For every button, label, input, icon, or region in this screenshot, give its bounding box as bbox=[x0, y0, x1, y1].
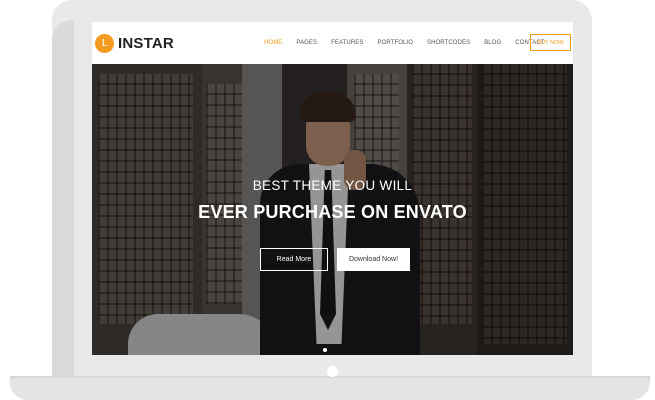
laptop-base bbox=[10, 378, 650, 400]
site-header: L INSTAR HOME PAGES FEATURES PORTFOLIO S… bbox=[92, 22, 573, 64]
laptop-lid-shadow bbox=[52, 20, 74, 380]
nav-item-portfolio[interactable]: PORTFOLIO bbox=[378, 40, 413, 46]
hero-slider: BEST THEME YOU WILL EVER PURCHASE ON ENV… bbox=[92, 64, 573, 355]
nav-item-blog[interactable]: BLOG bbox=[484, 40, 501, 46]
buy-now-button[interactable]: BUY NOW bbox=[530, 34, 571, 51]
nav-item-shortcodes[interactable]: SHORTCODES bbox=[427, 40, 470, 46]
main-nav: HOME PAGES FEATURES PORTFOLIO SHORTCODES… bbox=[264, 22, 559, 64]
download-now-button[interactable]: Download Now! bbox=[337, 248, 410, 271]
site-logo[interactable]: L INSTAR bbox=[95, 33, 174, 53]
nav-item-features[interactable]: FEATURES bbox=[331, 40, 363, 46]
laptop-camera-dot bbox=[327, 366, 338, 377]
laptop-screen: L INSTAR HOME PAGES FEATURES PORTFOLIO S… bbox=[92, 22, 573, 355]
read-more-button[interactable]: Read More bbox=[260, 248, 328, 271]
nav-item-home[interactable]: HOME bbox=[264, 40, 282, 46]
slider-pagination-dot[interactable] bbox=[323, 348, 327, 352]
hero-subtitle: BEST THEME YOU WILL bbox=[252, 178, 413, 193]
hero-title: EVER PURCHASE ON ENVATO bbox=[198, 202, 467, 222]
nav-item-pages[interactable]: PAGES bbox=[296, 40, 317, 46]
logo-mark-icon: L bbox=[95, 33, 114, 53]
logo-text: INSTAR bbox=[118, 34, 174, 52]
